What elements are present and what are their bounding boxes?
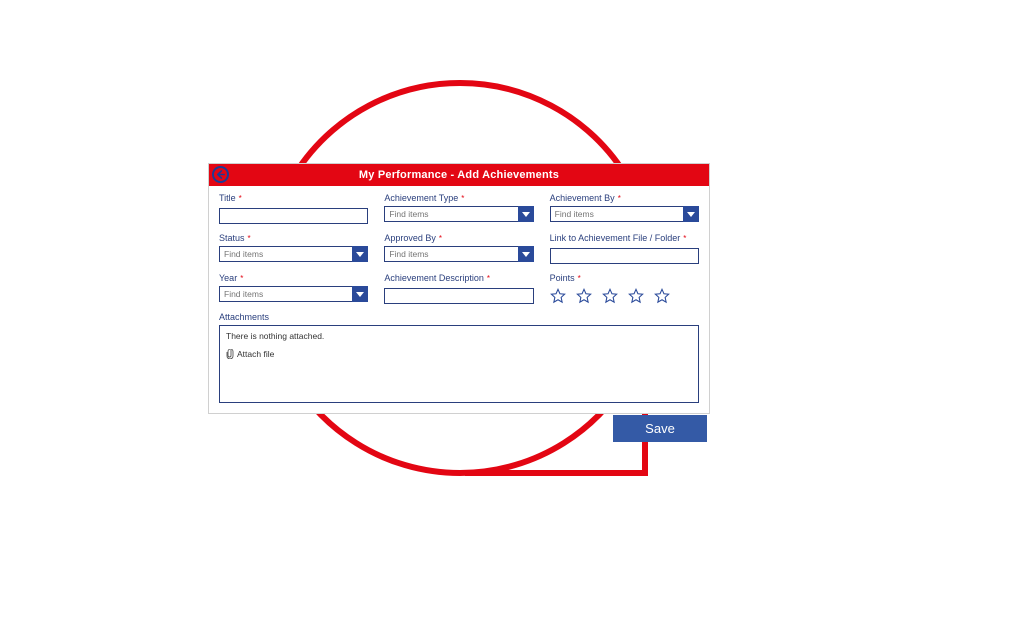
- star-icon[interactable]: [576, 288, 592, 304]
- field-achievement-description: Achievement Description*: [384, 273, 533, 304]
- title-input[interactable]: [219, 208, 368, 224]
- paperclip-icon: [226, 349, 234, 359]
- points-stars: [550, 286, 699, 304]
- attachments-box: There is nothing attached. Attach file: [219, 325, 699, 403]
- year-caret[interactable]: [352, 286, 368, 302]
- panel-title: My Performance - Add Achievements: [359, 169, 559, 181]
- back-button[interactable]: [212, 166, 229, 183]
- achievement-type-select[interactable]: [384, 206, 517, 222]
- arrow-left-icon: [216, 170, 225, 179]
- star-icon[interactable]: [628, 288, 644, 304]
- star-icon[interactable]: [654, 288, 670, 304]
- chevron-down-icon: [522, 252, 530, 257]
- approved-by-select[interactable]: [384, 246, 517, 262]
- field-year: Year*: [219, 273, 368, 304]
- attachments-label: Attachments: [219, 312, 699, 322]
- approved-by-caret[interactable]: [518, 246, 534, 262]
- achievement-type-caret[interactable]: [518, 206, 534, 222]
- chevron-down-icon: [356, 292, 364, 297]
- add-achievements-panel: My Performance - Add Achievements Title*…: [208, 163, 710, 414]
- panel-header: My Performance - Add Achievements: [209, 164, 709, 186]
- save-button[interactable]: Save: [613, 415, 707, 442]
- field-title: Title*: [219, 193, 368, 224]
- chevron-down-icon: [522, 212, 530, 217]
- required-marker: *: [239, 194, 242, 203]
- chevron-down-icon: [356, 252, 364, 257]
- field-status: Status*: [219, 233, 368, 264]
- achievement-description-input[interactable]: [384, 288, 533, 304]
- field-approved-by: Approved By*: [384, 233, 533, 264]
- achievement-by-caret[interactable]: [683, 206, 699, 222]
- status-select[interactable]: [219, 246, 352, 262]
- field-achievement-by: Achievement By*: [550, 193, 699, 224]
- star-icon[interactable]: [602, 288, 618, 304]
- form-body: Title* Achievement Type* Achievement By*: [209, 186, 709, 413]
- attachments-empty-text: There is nothing attached.: [226, 331, 692, 341]
- field-achievement-type: Achievement Type*: [384, 193, 533, 224]
- field-points: Points*: [550, 273, 699, 304]
- chevron-down-icon: [687, 212, 695, 217]
- attach-file-link[interactable]: Attach file: [226, 349, 692, 359]
- link-input[interactable]: [550, 248, 699, 264]
- status-caret[interactable]: [352, 246, 368, 262]
- form-grid: Title* Achievement Type* Achievement By*: [219, 193, 699, 304]
- year-select[interactable]: [219, 286, 352, 302]
- star-icon[interactable]: [550, 288, 566, 304]
- field-link: Link to Achievement File / Folder*: [550, 233, 699, 264]
- achievement-by-select[interactable]: [550, 206, 683, 222]
